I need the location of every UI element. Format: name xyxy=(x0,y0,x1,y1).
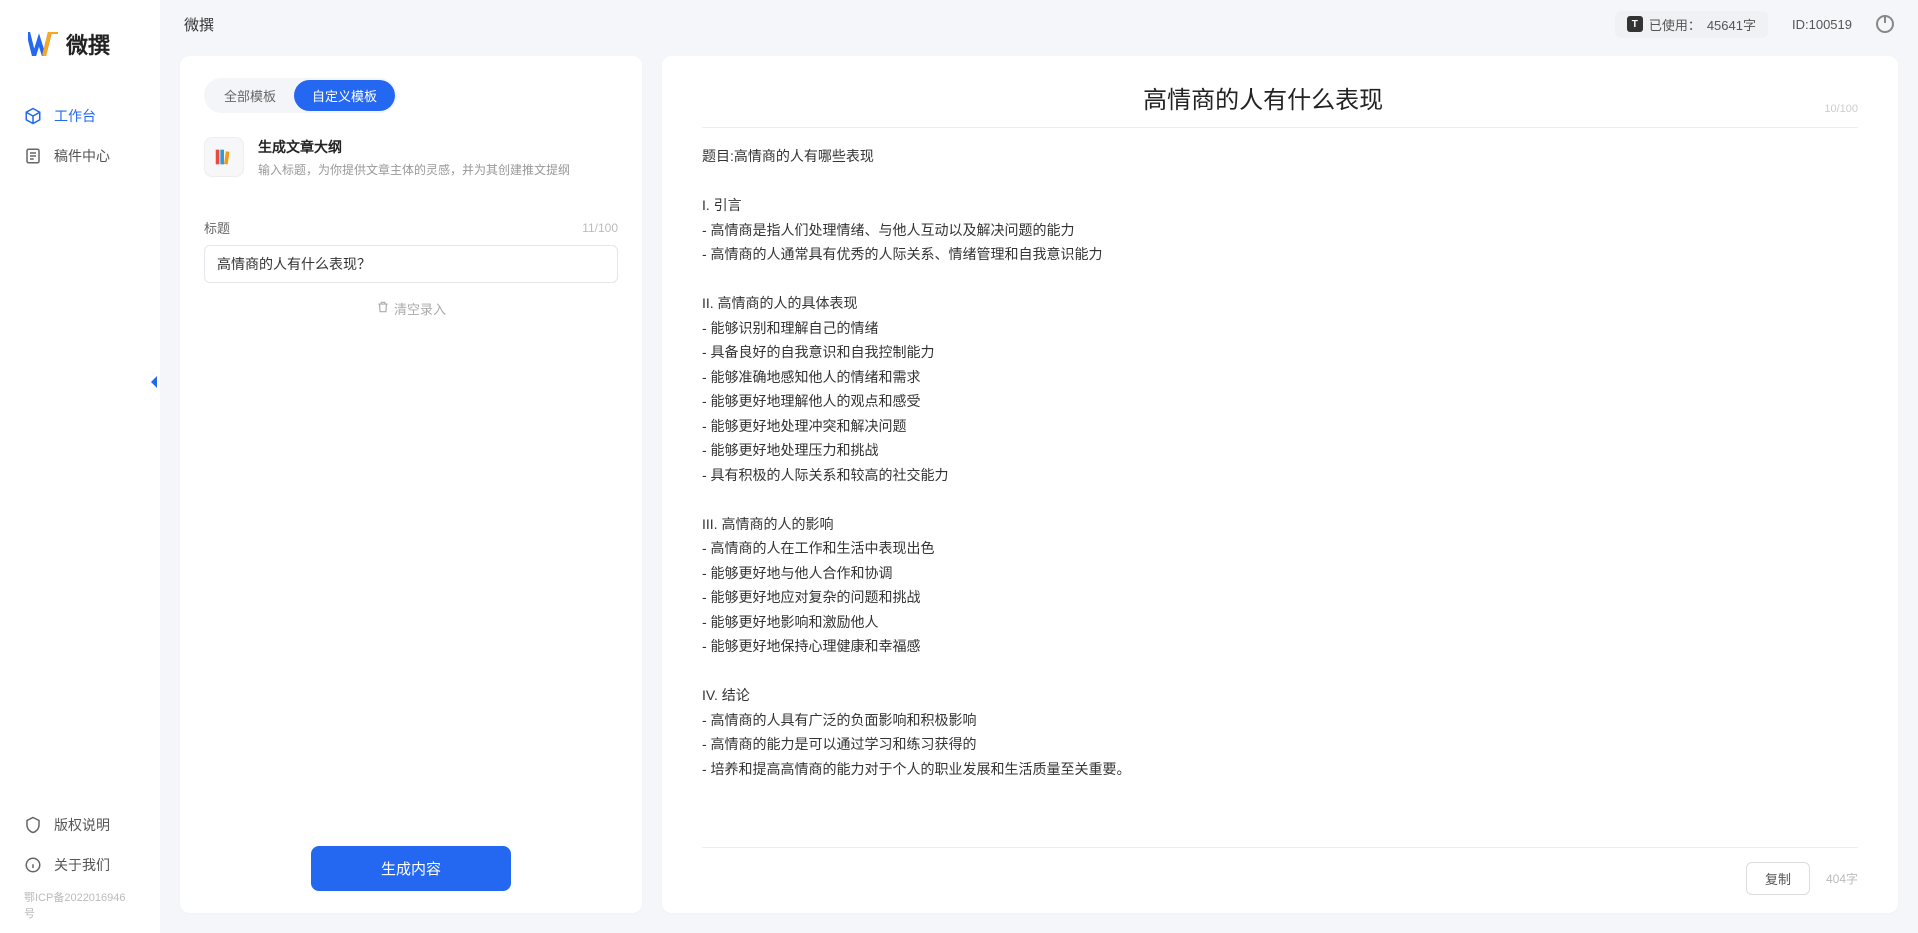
copy-button[interactable]: 复制 xyxy=(1746,862,1810,895)
logo-mark-icon xyxy=(28,32,58,56)
info-icon xyxy=(24,856,42,874)
logo[interactable]: 微撰 xyxy=(0,28,160,96)
shield-icon xyxy=(24,816,42,834)
page-title: 微撰 xyxy=(184,14,214,35)
output-title-count: 10/100 xyxy=(1824,103,1858,115)
sidebar-item-label: 关于我们 xyxy=(54,855,110,875)
cube-icon xyxy=(24,107,42,125)
text-icon: T xyxy=(1627,16,1643,32)
sidebar-item-label: 稿件中心 xyxy=(54,146,110,166)
sidebar-item-workspace[interactable]: 工作台 xyxy=(0,96,160,136)
usage-value: 45641字 xyxy=(1707,15,1756,34)
sidebar-item-copyright[interactable]: 版权说明 xyxy=(0,805,160,845)
generate-button[interactable]: 生成内容 xyxy=(311,846,511,891)
books-icon xyxy=(204,137,244,177)
output-title[interactable]: 高情商的人有什么表现 xyxy=(702,80,1824,115)
sidebar-item-label: 工作台 xyxy=(54,106,96,126)
document-icon xyxy=(24,147,42,165)
sidebar-item-drafts[interactable]: 稿件中心 xyxy=(0,136,160,176)
template-card[interactable]: 生成文章大纲 输入标题，为你提供文章主体的灵感，并为其创建推文提纲 xyxy=(204,131,618,198)
icp-text: 鄂ICP备2022016946号 xyxy=(0,885,160,925)
usage-badge[interactable]: T 已使用： 45641字 xyxy=(1615,11,1768,38)
usage-prefix: 已使用： xyxy=(1649,15,1701,34)
output-body[interactable]: 题目:高情商的人有哪些表现 I. 引言 - 高情商是指人们处理情绪、与他人互动以… xyxy=(702,144,1858,839)
clear-input-button[interactable]: 清空录入 xyxy=(204,299,618,318)
input-panel: 全部模板 自定义模板 生成文章大纲 输入标题，为你提供文章主体的灵感，并为其创建… xyxy=(180,56,642,913)
field-char-count: 11/100 xyxy=(582,221,618,235)
main: 全部模板 自定义模板 生成文章大纲 输入标题，为你提供文章主体的灵感，并为其创建… xyxy=(180,56,1898,913)
tab-all-templates[interactable]: 全部模板 xyxy=(206,80,294,111)
sidebar-item-about[interactable]: 关于我们 xyxy=(0,845,160,885)
title-input[interactable] xyxy=(204,245,618,283)
template-tabs: 全部模板 自定义模板 xyxy=(204,78,397,113)
field-label-title: 标题 xyxy=(204,218,230,237)
top-bar: 微撰 T 已使用： 45641字 ID:100519 xyxy=(160,0,1918,48)
user-id: ID:100519 xyxy=(1792,17,1852,32)
clear-label: 清空录入 xyxy=(394,299,446,318)
power-icon[interactable] xyxy=(1876,15,1894,33)
logo-text: 微撰 xyxy=(66,28,110,60)
tab-custom-templates[interactable]: 自定义模板 xyxy=(294,80,395,111)
sidebar-collapse-handle[interactable] xyxy=(146,370,162,394)
template-desc: 输入标题，为你提供文章主体的灵感，并为其创建推文提纲 xyxy=(258,161,570,180)
output-word-count: 404字 xyxy=(1826,870,1858,887)
output-panel: 高情商的人有什么表现 10/100 题目:高情商的人有哪些表现 I. 引言 - … xyxy=(662,56,1898,913)
trash-icon xyxy=(376,300,390,317)
sidebar: 微撰 工作台 稿件中心 版权说明 关于我们 鄂ICP备2022016946号 xyxy=(0,0,160,933)
template-title: 生成文章大纲 xyxy=(258,137,570,157)
sidebar-item-label: 版权说明 xyxy=(54,815,110,835)
